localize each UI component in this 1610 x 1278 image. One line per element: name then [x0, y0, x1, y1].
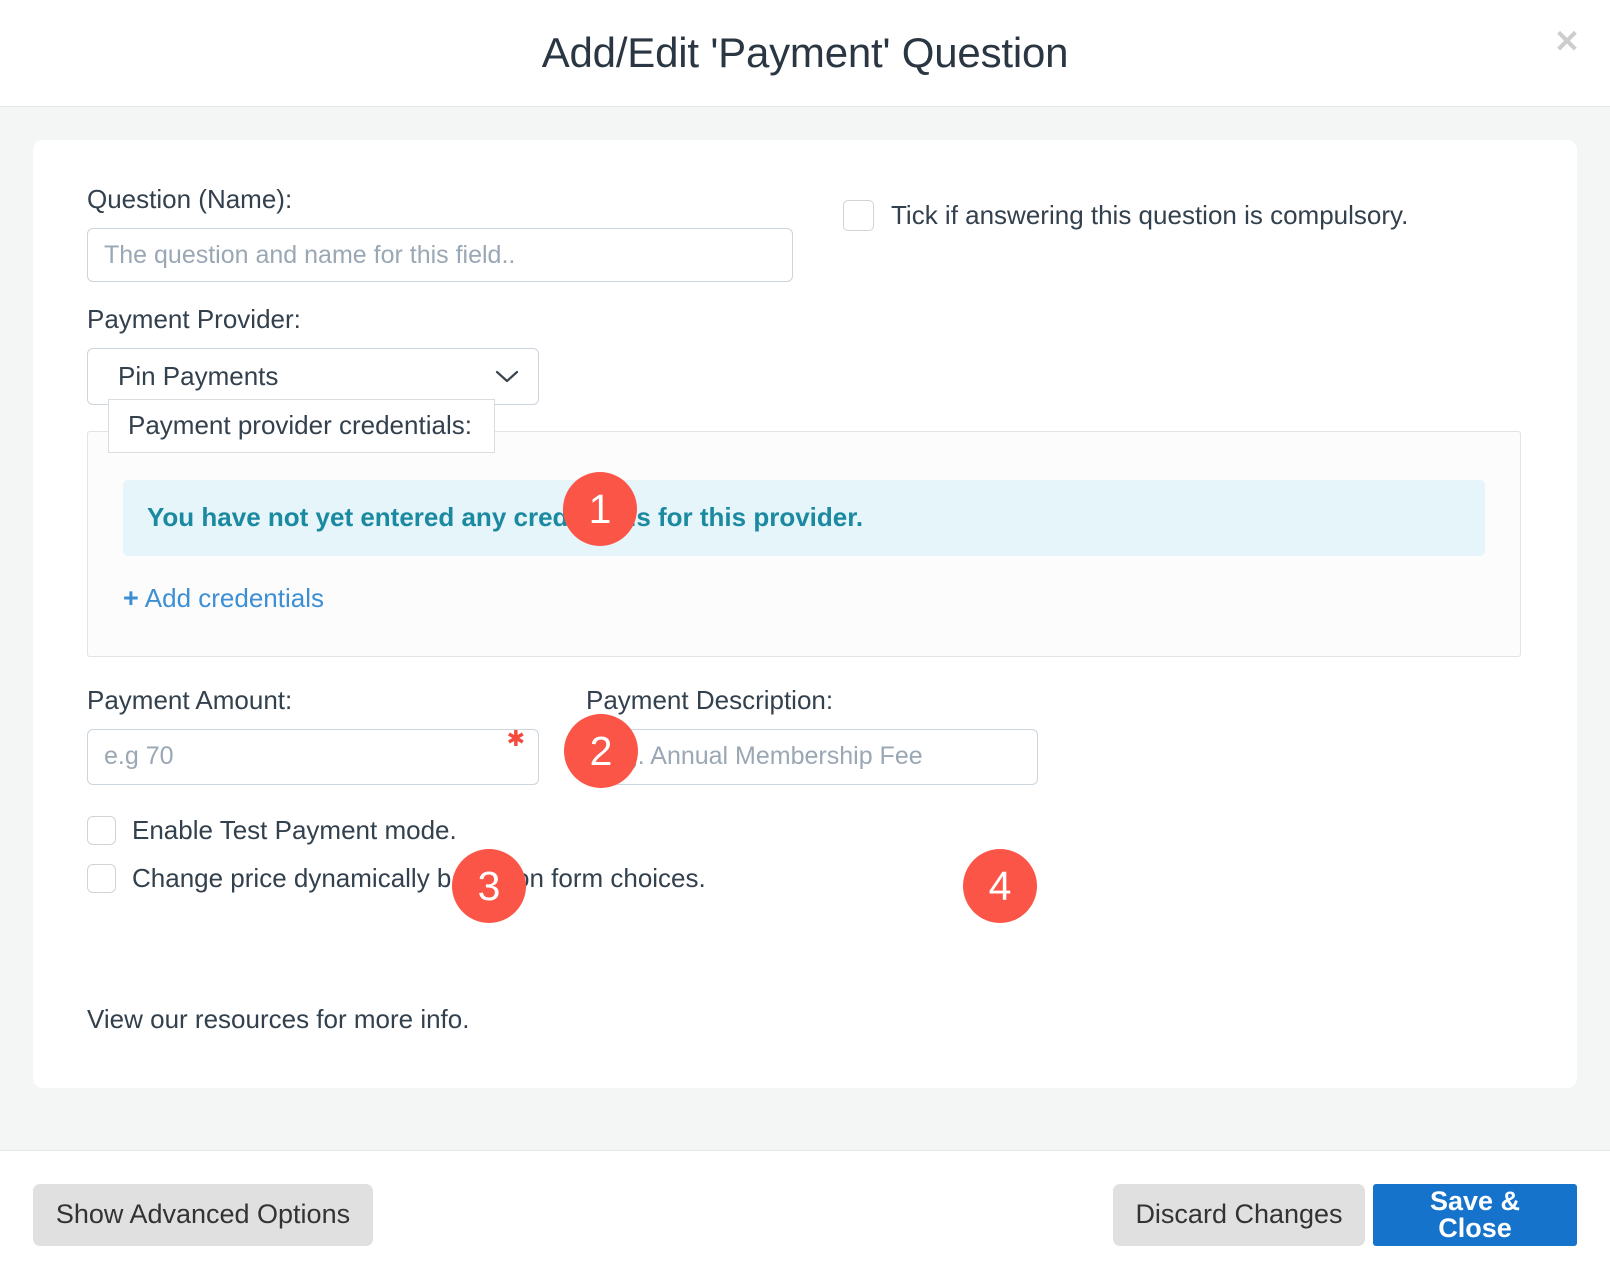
compulsory-label: Tick if answering this question is compu…: [891, 200, 1409, 230]
dynamic-price-label: Change price dynamically based on form c…: [132, 862, 706, 893]
question-row: Question (Name): Tick if answering this …: [87, 184, 1523, 283]
payment-options-list: Enable Test Payment mode. Change price d…: [87, 815, 1523, 894]
test-payment-mode-label: Enable Test Payment mode.: [132, 814, 457, 845]
amount-description-row: Payment Amount: ✱ Payment Description:: [87, 685, 1523, 785]
test-payment-mode-checkbox[interactable]: [87, 815, 116, 845]
save-and-close-button[interactable]: Save & Close: [1373, 1183, 1577, 1246]
compulsory-checkbox-row[interactable]: Tick if answering this question is compu…: [843, 200, 1408, 231]
page-title: Add/Edit 'Payment' Question: [541, 29, 1069, 76]
payment-description-label: Payment Description:: [586, 684, 834, 715]
step-badge-4: 4: [963, 849, 1037, 923]
show-advanced-options-button[interactable]: Show Advanced Options: [33, 1183, 373, 1246]
close-icon[interactable]: ✕: [1546, 20, 1588, 62]
modal-header: Add/Edit 'Payment' Question ✕: [0, 0, 1610, 107]
compulsory-checkbox[interactable]: [843, 200, 874, 231]
add-credentials-label: Add credentials: [144, 582, 325, 613]
plus-icon: +: [123, 582, 139, 613]
payment-provider-group: Payment Provider: Pin Payments: [87, 304, 1523, 406]
payment-amount-input[interactable]: [87, 728, 539, 785]
add-edit-payment-question-modal: Add/Edit 'Payment' Question ✕ 1 2 3 4 Qu…: [0, 0, 1610, 1278]
resources-note: View our resources for more info.: [87, 1003, 470, 1034]
credentials-legend: Payment provider credentials:: [108, 399, 495, 454]
no-credentials-alert: You have not yet entered any credentials…: [123, 480, 1485, 556]
question-field-group: Question (Name):: [87, 184, 793, 283]
step-badge-1: 1: [563, 472, 637, 546]
payment-provider-label: Payment Provider:: [87, 304, 301, 335]
dynamic-price-row[interactable]: Change price dynamically based on form c…: [87, 863, 1523, 894]
payment-provider-select-wrapper[interactable]: Pin Payments: [87, 348, 539, 406]
test-payment-mode-row[interactable]: Enable Test Payment mode.: [87, 815, 1523, 846]
modal-footer: Show Advanced Options Discard Changes Sa…: [0, 1150, 1610, 1278]
payment-provider-select[interactable]: Pin Payments: [87, 348, 539, 406]
discard-changes-button[interactable]: Discard Changes: [1113, 1183, 1365, 1246]
question-label: Question (Name):: [87, 184, 293, 214]
payment-description-input[interactable]: [586, 728, 1038, 785]
payment-amount-group: Payment Amount: ✱: [87, 685, 539, 785]
dynamic-price-checkbox[interactable]: [87, 863, 116, 893]
question-input[interactable]: [87, 228, 793, 283]
footer-actions: Discard Changes Save & Close: [1113, 1183, 1577, 1246]
payment-description-group: Payment Description:: [586, 685, 1038, 785]
modal-body: 1 2 3 4 Question (Name): Tick if answeri…: [0, 107, 1610, 1150]
step-badge-2: 2: [564, 714, 638, 788]
step-badge-3: 3: [452, 849, 526, 923]
add-credentials-link[interactable]: + Add credentials: [123, 583, 324, 614]
payment-amount-label: Payment Amount:: [87, 684, 293, 715]
credentials-fieldset: Payment provider credentials: You have n…: [87, 399, 1521, 657]
form-card: 1 2 3 4 Question (Name): Tick if answeri…: [33, 140, 1577, 1088]
